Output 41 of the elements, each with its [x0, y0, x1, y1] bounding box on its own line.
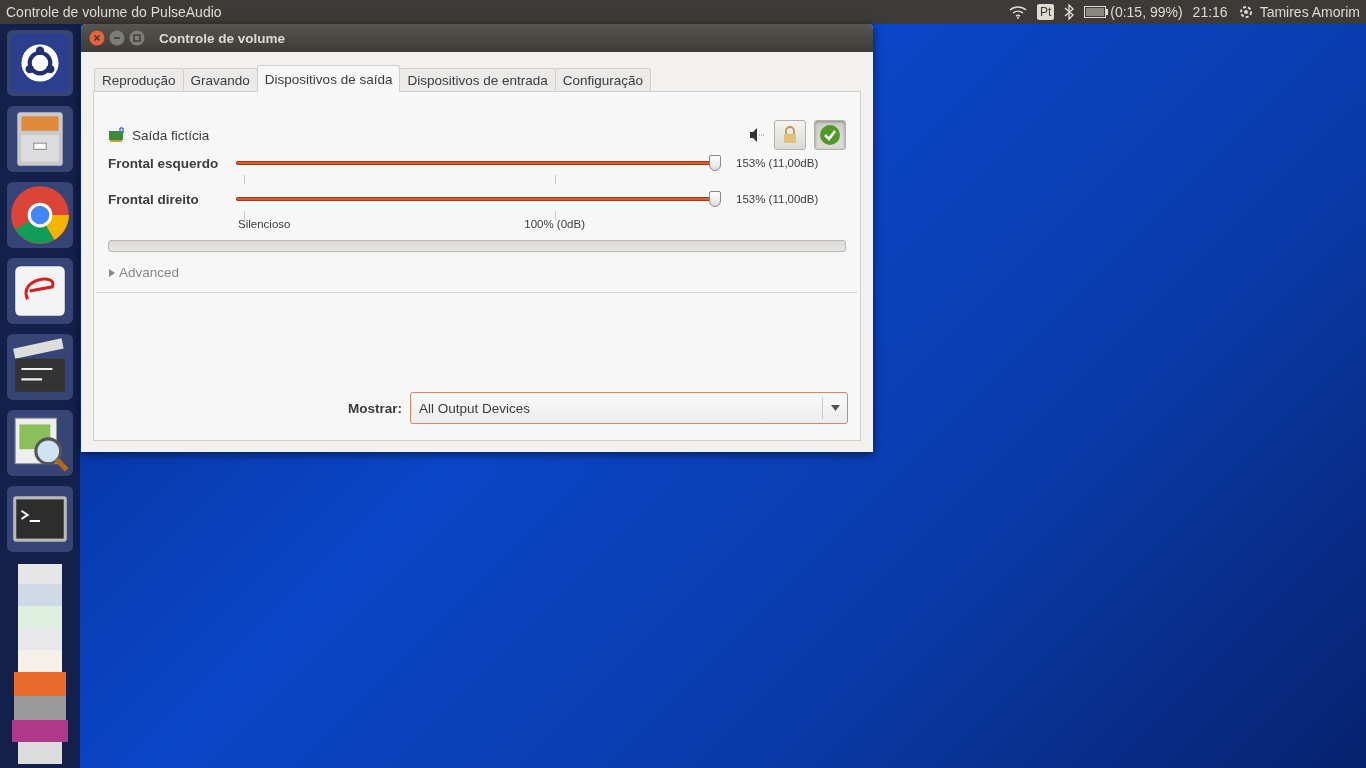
- device-name: Saída fictícia: [132, 127, 210, 143]
- window-title: Controle de volume: [159, 30, 285, 46]
- dropdown-caret-icon: [830, 405, 840, 411]
- app-title: Controle de volume do PulseAudio: [6, 4, 222, 20]
- close-icon[interactable]: [89, 30, 105, 46]
- terminal-launcher-icon[interactable]: [7, 486, 73, 552]
- browser-launcher-icon[interactable]: [7, 182, 73, 248]
- tab[interactable]: Gravando: [182, 68, 258, 91]
- user-name[interactable]: Tamires Amorim: [1259, 4, 1360, 20]
- ubuntu-launcher-icon[interactable]: [7, 30, 73, 96]
- bluetooth-icon[interactable]: [1064, 4, 1075, 20]
- speaker-icon[interactable]: [748, 127, 766, 143]
- viewer-launcher-icon[interactable]: [7, 410, 73, 476]
- keyboard-indicator[interactable]: Pt: [1036, 4, 1055, 20]
- set-default-button[interactable]: [814, 120, 846, 150]
- tab[interactable]: Reprodução: [94, 68, 184, 91]
- battery-icon[interactable]: [1084, 6, 1109, 18]
- minimize-icon[interactable]: [109, 30, 125, 46]
- files-launcher-icon[interactable]: [7, 106, 73, 172]
- scale-label: Silencioso: [238, 218, 291, 230]
- channel-label: Frontal esquerdo: [108, 155, 220, 171]
- battery-status[interactable]: (0:15, 99%): [1110, 4, 1183, 20]
- show-dropdown[interactable]: All Output Devices: [410, 392, 848, 424]
- video-launcher-icon[interactable]: [7, 334, 73, 400]
- channel-label: Frontal direito: [108, 191, 200, 207]
- clock[interactable]: 21:16: [1192, 4, 1228, 20]
- tab[interactable]: Configuração: [554, 68, 652, 91]
- show-label: Mostrar:: [348, 400, 402, 416]
- wifi-icon[interactable]: [1008, 5, 1027, 19]
- maximize-icon[interactable]: [129, 30, 145, 46]
- power-icon[interactable]: [1237, 4, 1254, 20]
- volume-reading: 153% (11,00dB): [735, 193, 820, 205]
- check-icon: [819, 124, 841, 146]
- tab[interactable]: Dispositivos de entrada: [399, 68, 556, 91]
- reader-launcher-icon[interactable]: [7, 258, 73, 324]
- sound-card-icon: [108, 127, 126, 143]
- tab[interactable]: Dispositivos de saída: [256, 65, 401, 92]
- volume-reading: 153% (11,00dB): [735, 157, 820, 169]
- scale-label: 100% (0dB): [524, 218, 585, 230]
- padlock-icon: [783, 126, 797, 144]
- expander-triangle-icon: [108, 267, 116, 278]
